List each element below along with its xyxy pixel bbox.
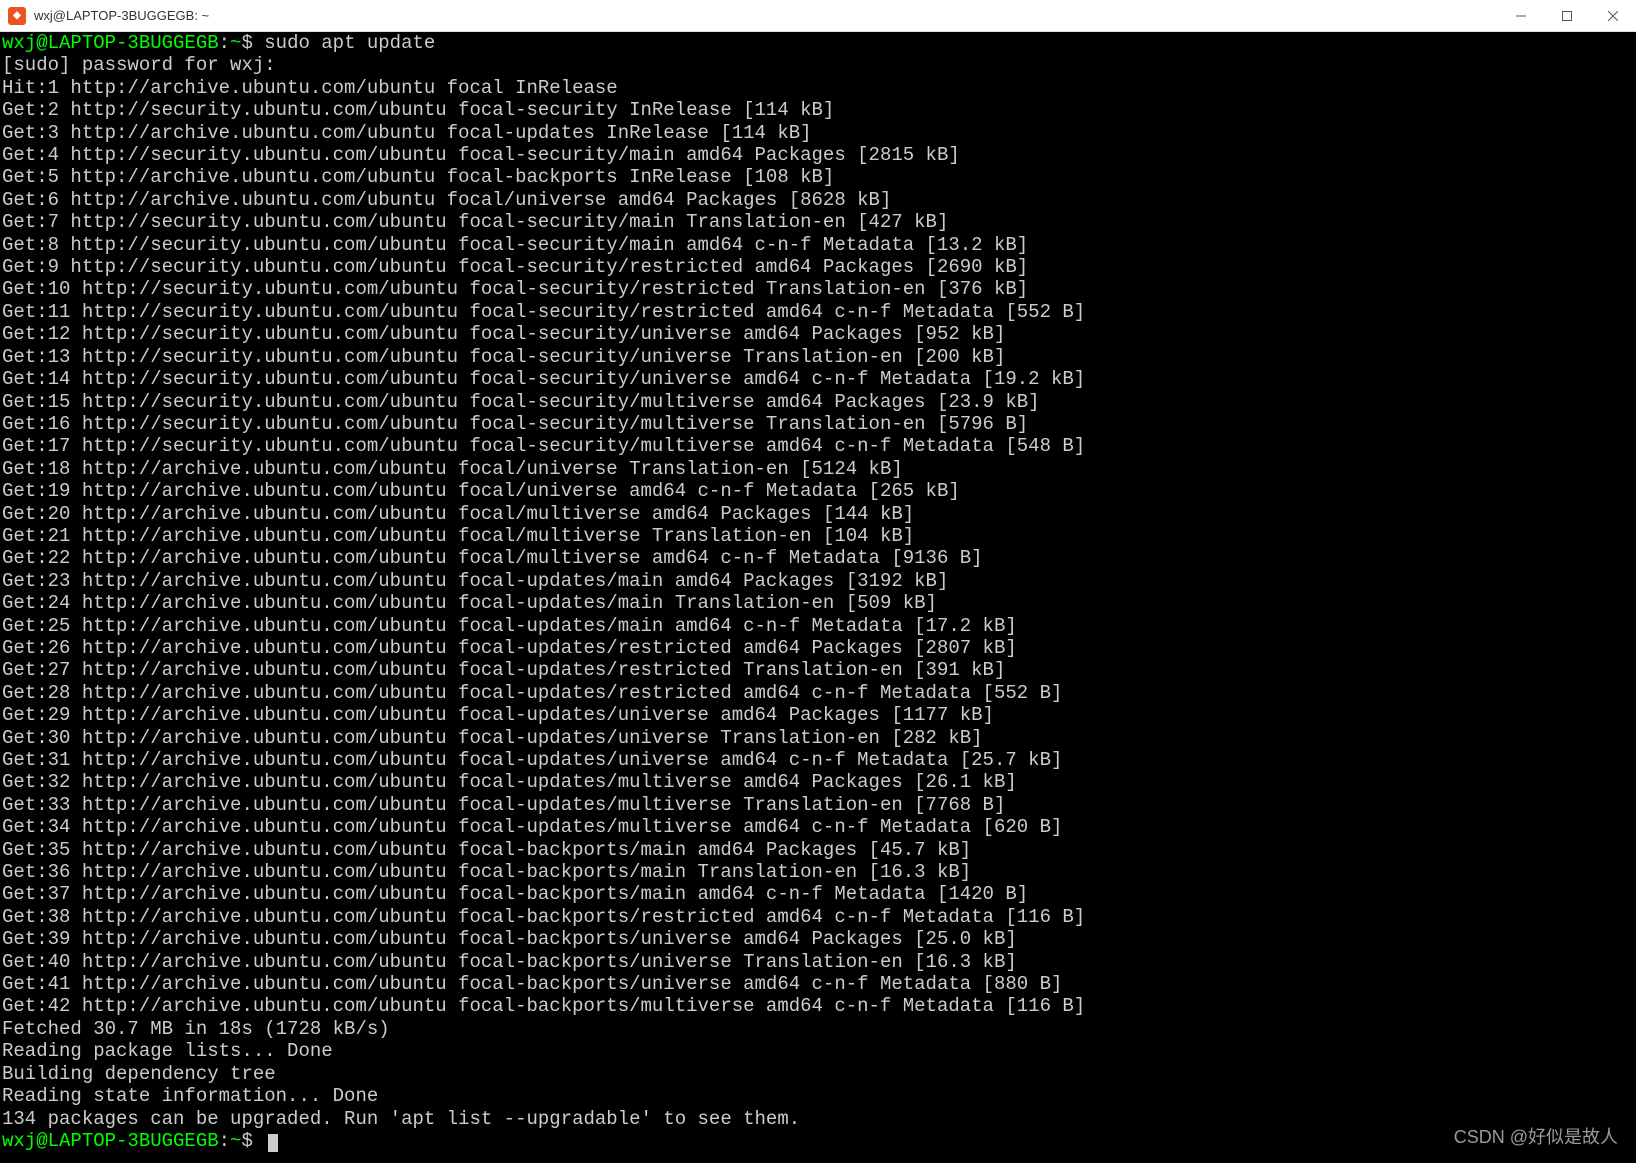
output-line: Get:19 http://archive.ubuntu.com/ubuntu …	[2, 480, 1634, 502]
output-line: Get:5 http://archive.ubuntu.com/ubuntu f…	[2, 166, 1634, 188]
output-line: Reading package lists... Done	[2, 1040, 1634, 1062]
output-line: Get:31 http://archive.ubuntu.com/ubuntu …	[2, 749, 1634, 771]
close-button[interactable]	[1590, 0, 1636, 32]
cursor	[268, 1134, 278, 1152]
output-line: [sudo] password for wxj:	[2, 54, 1634, 76]
output-line: Get:41 http://archive.ubuntu.com/ubuntu …	[2, 973, 1634, 995]
output-line: Get:40 http://archive.ubuntu.com/ubuntu …	[2, 951, 1634, 973]
prompt-path: ~	[230, 1130, 241, 1152]
output-line: Get:29 http://archive.ubuntu.com/ubuntu …	[2, 704, 1634, 726]
output-line: Get:42 http://archive.ubuntu.com/ubuntu …	[2, 995, 1634, 1017]
output-line: Get:4 http://security.ubuntu.com/ubuntu …	[2, 144, 1634, 166]
output-line: Get:33 http://archive.ubuntu.com/ubuntu …	[2, 794, 1634, 816]
prompt-line: wxj@LAPTOP-3BUGGEGB:~$ sudo apt update	[2, 32, 1634, 54]
output-line: Get:7 http://security.ubuntu.com/ubuntu …	[2, 211, 1634, 233]
output-line: Get:8 http://security.ubuntu.com/ubuntu …	[2, 234, 1634, 256]
output-line: Get:12 http://security.ubuntu.com/ubuntu…	[2, 323, 1634, 345]
output-line: Get:9 http://security.ubuntu.com/ubuntu …	[2, 256, 1634, 278]
prompt-line[interactable]: wxj@LAPTOP-3BUGGEGB:~$	[2, 1130, 1634, 1152]
output-line: Get:38 http://archive.ubuntu.com/ubuntu …	[2, 906, 1634, 928]
minimize-button[interactable]	[1498, 0, 1544, 32]
output-line: Get:11 http://security.ubuntu.com/ubuntu…	[2, 301, 1634, 323]
output-line: Get:39 http://archive.ubuntu.com/ubuntu …	[2, 928, 1634, 950]
output-line: Get:26 http://archive.ubuntu.com/ubuntu …	[2, 637, 1634, 659]
output-line: Get:20 http://archive.ubuntu.com/ubuntu …	[2, 503, 1634, 525]
output-line: Fetched 30.7 MB in 18s (1728 kB/s)	[2, 1018, 1634, 1040]
output-line: Get:2 http://security.ubuntu.com/ubuntu …	[2, 99, 1634, 121]
output-line: Get:21 http://archive.ubuntu.com/ubuntu …	[2, 525, 1634, 547]
output-line: Get:14 http://security.ubuntu.com/ubuntu…	[2, 368, 1634, 390]
window-title: wxj@LAPTOP-3BUGGEGB: ~	[34, 8, 1498, 23]
output-line: Get:30 http://archive.ubuntu.com/ubuntu …	[2, 727, 1634, 749]
output-line: Get:25 http://archive.ubuntu.com/ubuntu …	[2, 615, 1634, 637]
output-line: Get:24 http://archive.ubuntu.com/ubuntu …	[2, 592, 1634, 614]
output-line: Hit:1 http://archive.ubuntu.com/ubuntu f…	[2, 77, 1634, 99]
output-line: Get:13 http://security.ubuntu.com/ubuntu…	[2, 346, 1634, 368]
entered-command: sudo apt update	[264, 32, 435, 54]
output-line: Get:32 http://archive.ubuntu.com/ubuntu …	[2, 771, 1634, 793]
prompt-user-host: wxj@LAPTOP-3BUGGEGB	[2, 32, 219, 54]
output-line: Get:3 http://archive.ubuntu.com/ubuntu f…	[2, 122, 1634, 144]
output-line: Get:34 http://archive.ubuntu.com/ubuntu …	[2, 816, 1634, 838]
titlebar: ◆ wxj@LAPTOP-3BUGGEGB: ~	[0, 0, 1636, 32]
output-line: Get:22 http://archive.ubuntu.com/ubuntu …	[2, 547, 1634, 569]
output-line: Get:10 http://security.ubuntu.com/ubuntu…	[2, 278, 1634, 300]
ubuntu-icon: ◆	[8, 7, 26, 25]
output-line: Get:16 http://security.ubuntu.com/ubuntu…	[2, 413, 1634, 435]
output-line: Get:36 http://archive.ubuntu.com/ubuntu …	[2, 861, 1634, 883]
output-line: Reading state information... Done	[2, 1085, 1634, 1107]
output-line: Get:17 http://security.ubuntu.com/ubuntu…	[2, 435, 1634, 457]
output-line: Get:6 http://archive.ubuntu.com/ubuntu f…	[2, 189, 1634, 211]
terminal-output[interactable]: wxj@LAPTOP-3BUGGEGB:~$ sudo apt update[s…	[0, 32, 1636, 1163]
output-line: Get:27 http://archive.ubuntu.com/ubuntu …	[2, 659, 1634, 681]
terminal-window: ◆ wxj@LAPTOP-3BUGGEGB: ~ wxj@LAPTOP-3BUG…	[0, 0, 1636, 1163]
window-controls	[1498, 0, 1636, 32]
output-line: 134 packages can be upgraded. Run 'apt l…	[2, 1108, 1634, 1130]
prompt-user-host: wxj@LAPTOP-3BUGGEGB	[2, 1130, 219, 1152]
maximize-button[interactable]	[1544, 0, 1590, 32]
output-line: Get:28 http://archive.ubuntu.com/ubuntu …	[2, 682, 1634, 704]
output-line: Building dependency tree	[2, 1063, 1634, 1085]
output-line: Get:23 http://archive.ubuntu.com/ubuntu …	[2, 570, 1634, 592]
output-line: Get:35 http://archive.ubuntu.com/ubuntu …	[2, 839, 1634, 861]
output-line: Get:18 http://archive.ubuntu.com/ubuntu …	[2, 458, 1634, 480]
prompt-path: ~	[230, 32, 241, 54]
output-line: Get:15 http://security.ubuntu.com/ubuntu…	[2, 391, 1634, 413]
output-line: Get:37 http://archive.ubuntu.com/ubuntu …	[2, 883, 1634, 905]
